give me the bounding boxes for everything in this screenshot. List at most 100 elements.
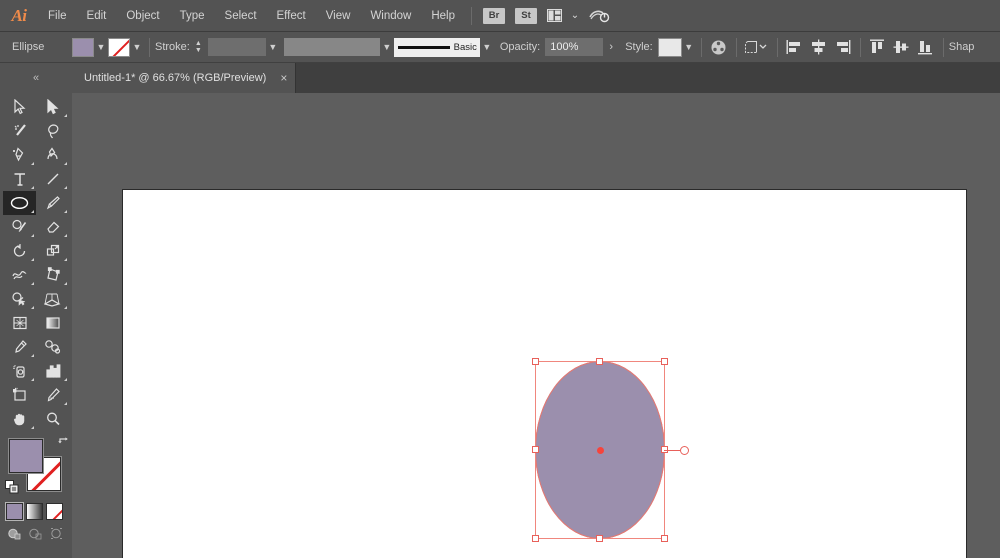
app-logo-icon: Ai: [11, 5, 27, 25]
shape-builder-tool[interactable]: [3, 287, 36, 311]
menu-view[interactable]: View: [316, 0, 361, 32]
slice-tool[interactable]: [36, 383, 69, 407]
brush-chevron-down-icon[interactable]: ▼: [480, 37, 494, 57]
color-mode-button[interactable]: [6, 503, 23, 520]
canvas-area[interactable]: [72, 93, 1000, 558]
stroke-color-swatch[interactable]: [108, 37, 130, 57]
menu-window[interactable]: Window: [360, 0, 421, 32]
menu-effect[interactable]: Effect: [267, 0, 316, 32]
tools-panel: [0, 93, 72, 558]
opacity-input[interactable]: 100%: [545, 38, 604, 56]
menubar-divider: [471, 6, 472, 25]
selected-shape-group[interactable]: [532, 358, 689, 542]
toolbar-collapse-button[interactable]: «: [0, 63, 72, 93]
default-fill-stroke-icon[interactable]: [5, 480, 20, 495]
hand-tool[interactable]: [3, 407, 36, 431]
align-left-icon[interactable]: [783, 36, 807, 58]
magic-wand-tool[interactable]: [3, 119, 36, 143]
stroke-weight-input[interactable]: [207, 38, 266, 56]
free-transform-tool[interactable]: [36, 263, 69, 287]
eyedropper-tool[interactable]: [3, 335, 36, 359]
draw-behind-button[interactable]: [27, 526, 44, 541]
fill-color-swatch[interactable]: [72, 37, 94, 57]
arrange-documents-icon[interactable]: [544, 6, 564, 26]
selection-tool[interactable]: [3, 95, 36, 119]
align-horizontal-center-icon[interactable]: [807, 36, 831, 58]
handle-top-center[interactable]: [596, 358, 603, 365]
recolor-artwork-icon[interactable]: [707, 36, 731, 58]
style-chevron-down-icon[interactable]: ▼: [682, 37, 696, 57]
scale-tool[interactable]: [36, 239, 69, 263]
pen-tool[interactable]: [3, 143, 36, 167]
opacity-options-icon[interactable]: ›: [603, 37, 619, 57]
width-tool[interactable]: [3, 263, 36, 287]
bridge-button[interactable]: Br: [483, 7, 505, 24]
handle-bottom-center[interactable]: [596, 535, 603, 542]
none-mode-button[interactable]: [46, 503, 63, 520]
chevron-down-icon[interactable]: ⌄: [568, 6, 582, 26]
align-bottom-icon[interactable]: [914, 36, 938, 58]
stock-button[interactable]: St: [515, 7, 537, 24]
control-divider-4: [776, 37, 778, 57]
toolbar-fill-swatch[interactable]: [9, 439, 43, 473]
shape-width-widget[interactable]: [680, 445, 689, 455]
shape-properties-label[interactable]: Shap: [949, 41, 975, 53]
type-tool[interactable]: [3, 167, 36, 191]
artboard-tool[interactable]: [3, 383, 36, 407]
handle-top-right[interactable]: [661, 358, 668, 365]
eraser-tool[interactable]: [36, 215, 69, 239]
illustrator-window: Ai File Edit Object Type Select Effect V…: [0, 0, 1000, 558]
variable-width-profile-dropdown[interactable]: [283, 38, 380, 56]
handle-top-left[interactable]: [532, 358, 539, 365]
lasso-tool[interactable]: [36, 119, 69, 143]
workspace-switcher-icon[interactable]: [586, 6, 612, 26]
draw-inside-button[interactable]: [48, 526, 65, 541]
zoom-tool[interactable]: [36, 407, 69, 431]
transform-icon[interactable]: [742, 36, 772, 58]
control-divider-2: [700, 37, 702, 57]
column-graph-tool[interactable]: [36, 359, 69, 383]
menu-object[interactable]: Object: [116, 0, 169, 32]
fill-swatch-chevron-down-icon[interactable]: ▼: [94, 37, 108, 57]
close-icon[interactable]: ×: [280, 72, 287, 84]
align-right-icon[interactable]: [831, 36, 855, 58]
color-mode-buttons: [6, 503, 72, 520]
shape-widget-connector: [664, 449, 680, 451]
stroke-swatch-chevron-down-icon[interactable]: ▼: [130, 37, 144, 57]
handle-bottom-right[interactable]: [661, 535, 668, 542]
draw-normal-button[interactable]: [6, 526, 23, 541]
align-vertical-center-icon[interactable]: [890, 36, 914, 58]
mesh-tool[interactable]: [3, 311, 36, 335]
draw-mode-buttons: [6, 526, 72, 541]
graphic-style-swatch[interactable]: [657, 37, 682, 57]
ellipse-tool[interactable]: [3, 191, 36, 215]
handle-bottom-left[interactable]: [532, 535, 539, 542]
menu-edit[interactable]: Edit: [77, 0, 117, 32]
menu-select[interactable]: Select: [215, 0, 267, 32]
paintbrush-tool[interactable]: [36, 191, 69, 215]
gradient-tool[interactable]: [36, 311, 69, 335]
stroke-weight-stepper[interactable]: ▲ ▼: [193, 38, 204, 56]
width-profile-chevron-down-icon[interactable]: ▼: [380, 37, 394, 57]
menu-file[interactable]: File: [38, 0, 77, 32]
brush-definition-dropdown[interactable]: Basic: [393, 37, 480, 57]
rotate-tool[interactable]: [3, 239, 36, 263]
symbol-sprayer-tool[interactable]: [3, 359, 36, 383]
artboard[interactable]: [122, 189, 967, 558]
handle-middle-left[interactable]: [532, 446, 539, 453]
swap-fill-stroke-icon[interactable]: [57, 437, 70, 450]
perspective-grid-tool[interactable]: [36, 287, 69, 311]
none-slash-icon: [47, 504, 62, 519]
blend-tool[interactable]: [36, 335, 69, 359]
gradient-mode-button[interactable]: [26, 503, 43, 520]
align-top-icon[interactable]: [866, 36, 890, 58]
direct-selection-tool[interactable]: [36, 95, 69, 119]
curvature-tool[interactable]: [36, 143, 69, 167]
menu-help[interactable]: Help: [421, 0, 465, 32]
stroke-weight-chevron-down-icon[interactable]: ▼: [266, 37, 280, 57]
shaper-tool[interactable]: [3, 215, 36, 239]
control-divider-1: [149, 37, 150, 57]
document-tab[interactable]: Untitled-1* @ 66.67% (RGB/Preview) ×: [72, 63, 297, 93]
line-segment-tool[interactable]: [36, 167, 69, 191]
menu-type[interactable]: Type: [170, 0, 215, 32]
